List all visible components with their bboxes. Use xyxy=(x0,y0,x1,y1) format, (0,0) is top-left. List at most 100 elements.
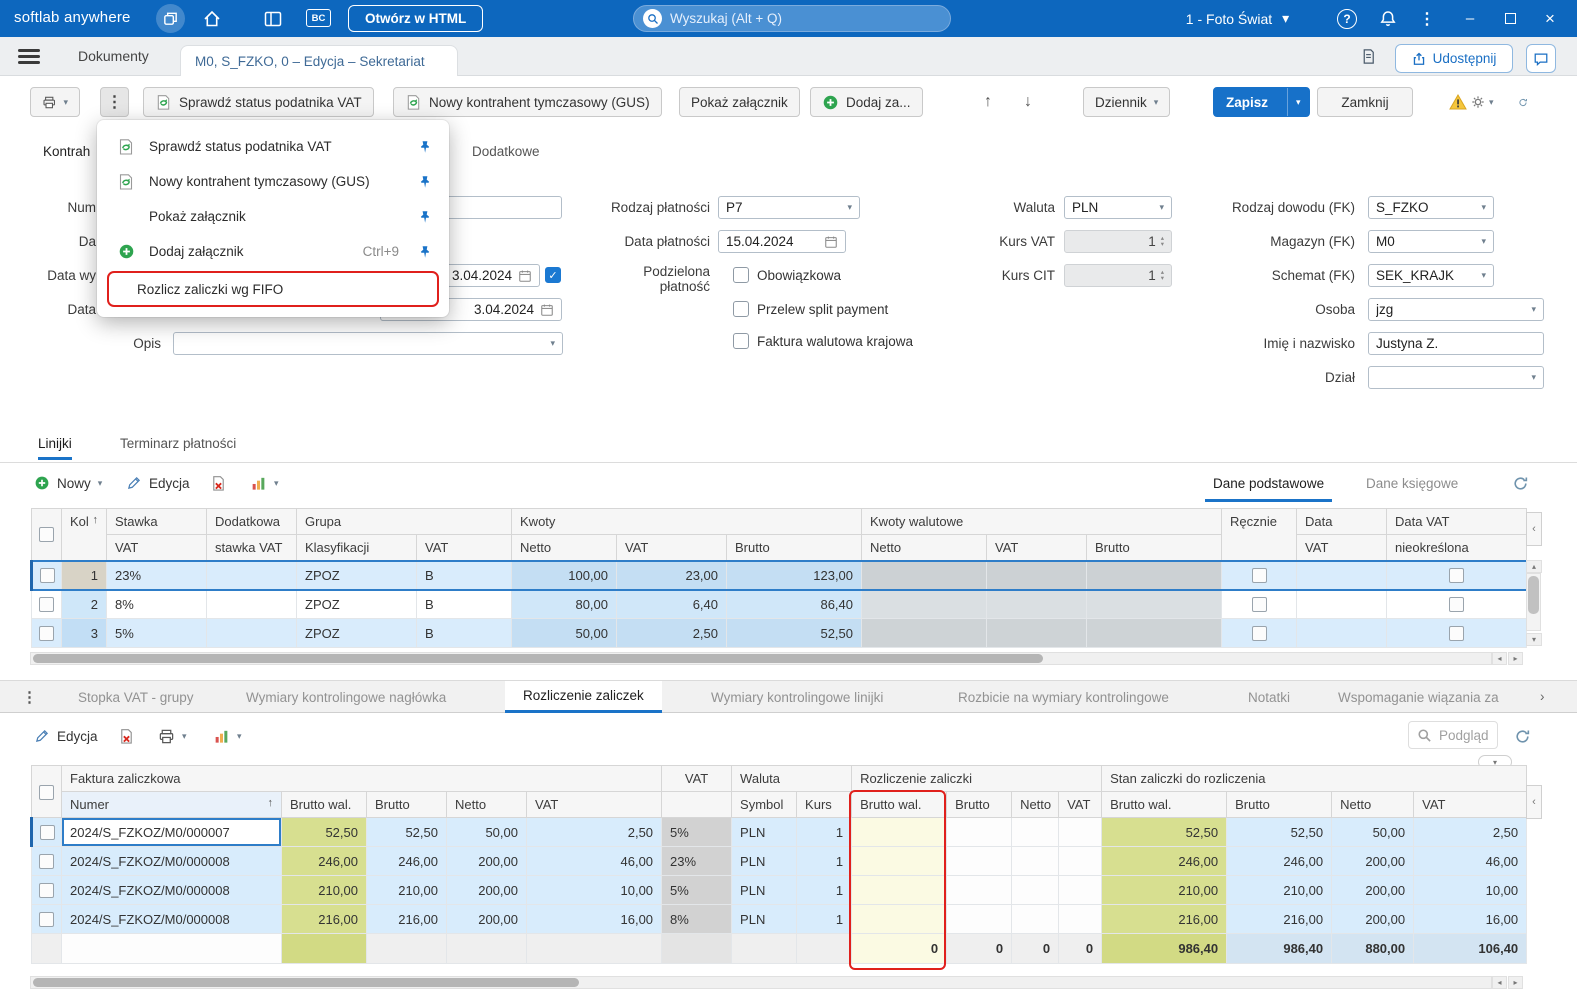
open-in-html-button[interactable]: Otwórz w HTML xyxy=(348,5,483,32)
scroll-down-button[interactable]: ▾ xyxy=(1526,633,1542,646)
col-header-vat-pct[interactable] xyxy=(662,792,732,818)
form-tab-dodatkowe[interactable]: Dodatkowe xyxy=(472,144,540,159)
col-header-numer[interactable]: Numer↑ xyxy=(62,792,282,818)
zaliczki-chart-button[interactable]: ▾ xyxy=(205,721,250,751)
col-header-r-netto[interactable]: Netto xyxy=(1012,792,1059,818)
more-options-button[interactable]: ⋮ xyxy=(1416,8,1438,30)
col-header-brutto[interactable]: Brutto xyxy=(727,535,862,561)
col-header-dodatkowa[interactable]: Dodatkowa xyxy=(207,509,297,535)
col-header-r-vat[interactable]: VAT xyxy=(1059,792,1102,818)
table-row[interactable]: 2024/S_FZKOZ/M0/000008 246,00 246,00 200… xyxy=(32,847,1527,876)
view-dane-podstawowe[interactable]: Dane podstawowe xyxy=(1205,468,1332,502)
col-header-recznie[interactable]: Ręcznie xyxy=(1222,509,1297,561)
col-header-kurs[interactable]: Kurs xyxy=(797,792,852,818)
linijki-edit-button[interactable]: Edycja xyxy=(118,468,198,498)
calendar-icon[interactable] xyxy=(518,269,532,283)
col-header-stawka[interactable]: Stawka xyxy=(107,509,207,535)
col-header-nieokreslona[interactable]: nieokreślona xyxy=(1387,535,1527,561)
row-checkbox[interactable] xyxy=(40,825,55,840)
linijki-v-thumb[interactable] xyxy=(1528,576,1539,614)
linijki-new-button[interactable]: Nowy▾ xyxy=(26,468,110,498)
workspace-switcher-button[interactable] xyxy=(156,4,185,33)
select-all-checkbox[interactable] xyxy=(39,785,54,800)
scroll-left-button[interactable]: ◂ xyxy=(1492,976,1507,989)
form-tab-kontrahent[interactable]: Kontrah xyxy=(43,144,90,159)
col-header-kol[interactable]: Kol↑ xyxy=(62,509,107,561)
recznie-checkbox[interactable] xyxy=(1252,568,1267,583)
window-minimize-button[interactable]: – xyxy=(1452,0,1488,37)
view-dane-ksiegowe[interactable]: Dane księgowe xyxy=(1358,468,1466,498)
col-header-f-brutto-wal[interactable]: Brutto wal. xyxy=(282,792,367,818)
zaliczki-refresh-button[interactable] xyxy=(1506,721,1539,751)
panels-button[interactable] xyxy=(262,8,284,30)
scroll-right-button[interactable]: ▸ xyxy=(1508,976,1523,989)
section-tabs-kebab[interactable]: ⋮ xyxy=(22,688,37,706)
menu-item-new-contractor[interactable]: Nowy kontrahent tymczasowy (GUS) xyxy=(97,164,449,199)
recznie-checkbox[interactable] xyxy=(1252,597,1267,612)
tab-active-document[interactable]: M0, S_FZKO, 0 – Edycja – Sekretariat xyxy=(180,45,458,76)
nieokreslona-checkbox[interactable] xyxy=(1449,626,1464,641)
waluta-select[interactable]: PLN▾ xyxy=(1064,196,1172,219)
page-layout-button[interactable] xyxy=(1360,48,1377,65)
col-header-r-brutto[interactable]: Brutto xyxy=(947,792,1012,818)
table-row[interactable]: 2024/S_FZKOZ/M0/000007 52,50 52,50 50,00… xyxy=(32,818,1527,847)
col-header-vat[interactable]: VAT xyxy=(617,535,727,561)
col-header-s-netto[interactable]: Netto xyxy=(1332,792,1414,818)
tab-wymiary-naglowka[interactable]: Wymiary kontrolingowe nagłówka xyxy=(228,681,464,713)
print-button[interactable]: ▾ xyxy=(30,87,80,117)
menu-item-rozlicz-zaliczki-fifo[interactable]: Rozlicz zaliczki wg FIFO xyxy=(107,271,439,307)
pin-icon[interactable] xyxy=(417,210,433,224)
rodzaj-dowodu-select[interactable]: S_FZKO▾ xyxy=(1368,196,1494,219)
row-checkbox[interactable] xyxy=(39,912,54,927)
preview-button[interactable]: Podgląd xyxy=(1408,721,1498,749)
close-document-button[interactable]: Zamknij xyxy=(1317,87,1413,117)
pin-icon[interactable] xyxy=(417,140,433,154)
scroll-right-button[interactable]: ▸ xyxy=(1508,652,1523,665)
col-header-data[interactable]: Data xyxy=(1297,509,1387,535)
col-header-kwoty-walutowe[interactable]: Kwoty walutowe xyxy=(862,509,1222,535)
linijki-refresh-button[interactable] xyxy=(1504,468,1537,498)
main-menu-button[interactable] xyxy=(18,49,40,64)
data-platnosci-field[interactable]: 15.04.2024 xyxy=(718,230,846,253)
row-checkbox[interactable] xyxy=(39,626,54,641)
tabs-scroll-right-button[interactable]: › xyxy=(1540,689,1545,704)
menu-item-show-attachment[interactable]: Pokaż załącznik xyxy=(97,199,449,234)
checkbox-faktura-walutowa[interactable] xyxy=(733,333,749,349)
rodzaj-platnosci-select[interactable]: P7▾ xyxy=(718,196,860,219)
tab-linijki[interactable]: Linijki xyxy=(38,436,72,460)
tab-terminarz-platnosci[interactable]: Terminarz płatności xyxy=(120,436,236,451)
scroll-left-button[interactable]: ◂ xyxy=(1492,652,1507,665)
col-header-w-brutto[interactable]: Brutto xyxy=(1087,535,1222,561)
linijki-chart-button[interactable]: ▾ xyxy=(242,468,287,498)
col-header-kwoty[interactable]: Kwoty xyxy=(512,509,862,535)
tab-dokumenty[interactable]: Dokumenty xyxy=(78,48,149,64)
calendar-icon[interactable] xyxy=(540,303,554,317)
tab-wymiary-linijki[interactable]: Wymiary kontrolingowe linijki xyxy=(693,681,901,713)
journal-dropdown[interactable]: Dziennik▾ xyxy=(1083,87,1170,117)
col-header-f-netto[interactable]: Netto xyxy=(447,792,527,818)
recznie-checkbox[interactable] xyxy=(1252,626,1267,641)
check-vat-status-button[interactable]: Sprawdź status podatnika VAT xyxy=(143,87,374,117)
save-options-button[interactable]: ▾ xyxy=(1287,88,1309,116)
zaliczki-delete-button[interactable] xyxy=(110,721,143,751)
table-row[interactable]: 2 8% ZPOZ B 80,00 6,40 86,40 xyxy=(32,590,1527,619)
zaliczki-edit-button[interactable]: Edycja xyxy=(26,721,106,751)
col-header-f-vat[interactable]: VAT xyxy=(527,792,662,818)
dzial-select[interactable]: ▾ xyxy=(1368,366,1544,389)
opis-field[interactable]: ▾ xyxy=(173,332,563,355)
schemat-select[interactable]: SEK_KRAJK▾ xyxy=(1368,264,1494,287)
add-attachment-button[interactable]: Dodaj za... xyxy=(810,87,923,117)
notifications-button[interactable] xyxy=(1377,8,1399,30)
collapse-columns-button[interactable]: ‹ xyxy=(1526,785,1542,819)
pin-icon[interactable] xyxy=(417,245,433,259)
row-checkbox[interactable] xyxy=(39,597,54,612)
table-row[interactable]: 1 23% ZPOZ B 100,00 23,00 123,00 xyxy=(32,561,1527,590)
help-button[interactable]: ? xyxy=(1336,8,1358,30)
window-close-button[interactable]: × xyxy=(1532,0,1568,37)
checkbox-przelew-split[interactable] xyxy=(733,301,749,317)
share-button[interactable]: Udostępnij xyxy=(1395,44,1513,73)
table-row[interactable]: 2024/S_FZKOZ/M0/000008 216,00 216,00 200… xyxy=(32,905,1527,934)
home-button[interactable] xyxy=(201,8,223,30)
row-checkbox[interactable] xyxy=(40,568,55,583)
col-header-symbol[interactable]: Symbol xyxy=(732,792,797,818)
